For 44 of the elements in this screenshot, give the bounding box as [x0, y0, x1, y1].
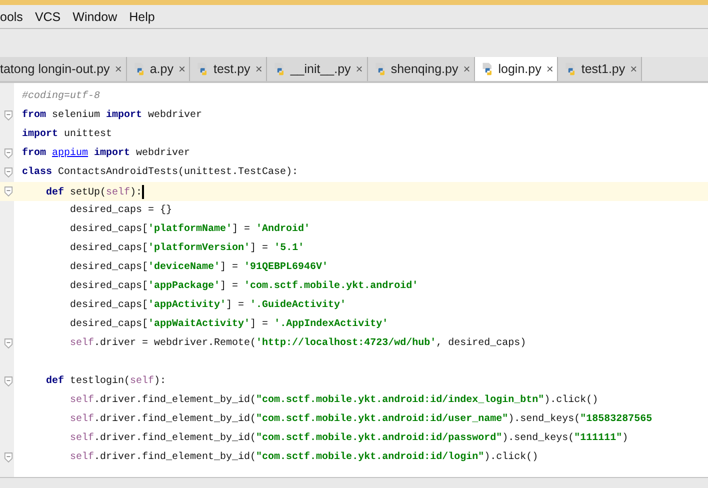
close-icon[interactable]: × [463, 62, 470, 76]
menu-item[interactable]: ools [0, 10, 23, 24]
file-tab[interactable]: tatong longin-out.py × [0, 57, 127, 81]
file-tab[interactable]: a.py × [126, 57, 190, 81]
code-line: desired_caps['appWaitActivity'] = '.AppIndexActivity' [70, 319, 388, 330]
code-line: class ContactsAndroidTests(unittest.TestCase): [22, 167, 298, 178]
close-icon[interactable]: × [178, 62, 186, 76]
code-line: desired_caps['deviceName'] = '91QEBPL6946V' [70, 262, 328, 273]
code-line: def setUp(self): [46, 184, 144, 198]
fold-marker-icon[interactable] [4, 186, 12, 197]
fold-marker-icon[interactable] [4, 452, 12, 463]
menu-item[interactable]: Help [129, 10, 155, 24]
code-line: self.driver.find_element_by_id("com.sctf.mobile.ykt.android:id/user_name").send_keys("18583287565 [70, 414, 652, 425]
file-tab[interactable]: __init__.py × [267, 57, 368, 81]
close-icon[interactable]: × [630, 62, 638, 76]
menu-item[interactable]: VCS [34, 10, 61, 24]
code-line: import unittest [22, 129, 112, 140]
close-icon[interactable]: × [546, 62, 554, 76]
menu-item[interactable]: Window [72, 10, 118, 24]
file-tab[interactable]: test.py × [190, 57, 268, 81]
fold-marker-icon[interactable] [4, 376, 12, 387]
code-line: self.driver.find_element_by_id("com.sctf.mobile.ykt.android:id/index_login_btn").click() [70, 395, 598, 406]
file-tab[interactable]: shenqing.py × [368, 57, 476, 81]
code-line: desired_caps['platformVersion'] = '5.1' [70, 243, 304, 254]
file-tab[interactable]: test1.py × [558, 57, 642, 81]
code-line: from appium import webdriver [22, 148, 190, 159]
code-line: from selenium import webdriver [22, 110, 202, 121]
code-line: #coding=utf-8 [22, 91, 100, 102]
close-icon[interactable]: × [255, 62, 262, 76]
close-icon[interactable]: × [114, 62, 122, 76]
close-icon[interactable]: × [356, 62, 363, 76]
code-line: desired_caps = {} [70, 205, 172, 216]
code-line: desired_caps['appActivity'] = '.GuideActivity' [70, 300, 346, 311]
code-line: self.driver.find_element_by_id("com.sctf.mobile.ykt.android:id/password").send_keys("111111") [70, 433, 628, 444]
code-line: self.driver = webdriver.Remote('http://localhost:4723/wd/hub', desired_caps) [70, 338, 526, 349]
code-line: def testlogin(self): [46, 376, 166, 387]
fold-marker-icon[interactable] [4, 338, 12, 349]
code-line: self.driver.find_element_by_id("com.sctf.mobile.ykt.android:id/login").click() [70, 452, 538, 463]
code-line: desired_caps['appPackage'] = 'com.sctf.mobile.ykt.android' [70, 281, 418, 292]
fold-marker-icon[interactable] [4, 167, 12, 178]
file-tab[interactable]: login.py × [475, 57, 558, 81]
fold-marker-icon[interactable] [4, 148, 12, 159]
code-line: desired_caps['platformName'] = 'Android' [70, 224, 310, 235]
fold-marker-icon[interactable] [4, 110, 12, 121]
